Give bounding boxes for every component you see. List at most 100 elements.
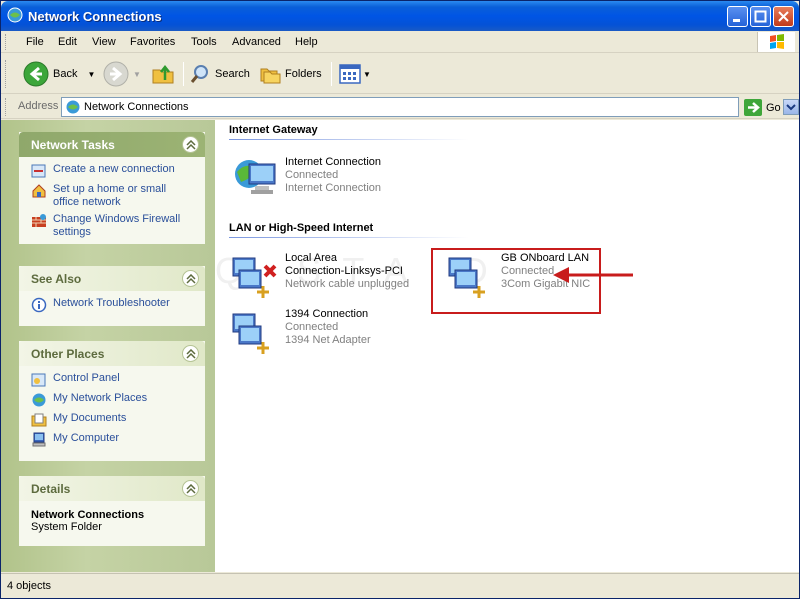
my-documents-label: My Documents: [53, 412, 127, 424]
control-panel-icon: [31, 373, 46, 387]
see-also-panel: See Also Network Troubleshooter: [19, 266, 205, 326]
connection-device: 1394 Net Adapter: [285, 334, 371, 346]
back-label: Back: [53, 68, 78, 80]
up-folder-icon: [152, 64, 174, 84]
views-dropdown-icon[interactable]: ▼: [363, 70, 371, 79]
menu-help[interactable]: Help: [295, 36, 318, 48]
firewall-link[interactable]: Change Windows Firewall settings: [31, 213, 195, 239]
connection-1394[interactable]: 1394 Connection Connected 1394 Net Adapt…: [231, 308, 421, 360]
new-connection-icon: [31, 164, 46, 178]
title-bar[interactable]: Network Connections: [1, 1, 799, 31]
toolbar-separator: [331, 62, 332, 86]
menu-favorites[interactable]: Favorites: [130, 36, 175, 48]
forward-button[interactable]: ▼: [103, 59, 141, 89]
troubleshooter-label: Network Troubleshooter: [53, 297, 170, 309]
control-panel-link[interactable]: Control Panel: [31, 372, 195, 388]
my-computer-link[interactable]: My Computer: [31, 432, 195, 448]
folders-icon: [260, 68, 281, 84]
menu-tools[interactable]: Tools: [191, 36, 217, 48]
windows-flag-logo: [757, 32, 795, 52]
group-internet-gateway: Internet Gateway: [229, 124, 318, 136]
group-divider: [229, 139, 469, 140]
task-pane: Network Tasks Create a new connection Se…: [1, 120, 215, 572]
my-network-places-label: My Network Places: [53, 392, 148, 404]
connection-name: Internet Connection: [285, 156, 382, 168]
info-icon: [31, 297, 47, 313]
go-label: Go: [766, 101, 781, 114]
other-places-title: Other Places: [31, 347, 105, 361]
firewall-label: Change Windows Firewall settings: [53, 213, 181, 238]
minimize-button[interactable]: [727, 6, 748, 27]
network-tasks-header[interactable]: Network Tasks: [19, 132, 205, 157]
group-divider: [229, 237, 469, 238]
address-field[interactable]: Network Connections: [61, 97, 799, 117]
my-documents-link[interactable]: My Documents: [31, 412, 195, 428]
connection-name-line1: Local Area: [285, 252, 337, 264]
up-folder-button[interactable]: [151, 59, 175, 89]
address-grip: [5, 98, 8, 116]
back-dropdown-icon[interactable]: ▼: [87, 70, 95, 79]
content-area: Internet Gateway Internet Connection Con…: [215, 120, 799, 572]
folders-button[interactable]: Folders: [259, 59, 322, 89]
red-arrow-icon: [553, 267, 633, 283]
other-places-header[interactable]: Other Places: [19, 341, 205, 366]
back-button[interactable]: Back ▼: [23, 59, 95, 89]
search-label: Search: [215, 68, 250, 80]
collapse-button[interactable]: [182, 136, 199, 153]
toolbar-grip: [5, 60, 8, 88]
address-label: Address: [18, 100, 59, 112]
troubleshooter-link[interactable]: Network Troubleshooter: [31, 297, 195, 313]
views-button[interactable]: ▼: [339, 59, 371, 89]
lan-disconnected-icon: [232, 257, 277, 298]
chevron-up-icon: [186, 484, 196, 494]
create-connection-label: Create a new connection: [53, 163, 175, 175]
status-bar: 4 objects: [1, 573, 799, 598]
see-also-header[interactable]: See Also: [19, 266, 205, 291]
connection-status: Connected: [285, 169, 339, 181]
menu-file[interactable]: File: [26, 36, 44, 48]
network-connections-icon: [7, 7, 23, 23]
folders-label: Folders: [285, 68, 322, 80]
maximize-button[interactable]: [750, 6, 771, 27]
details-name: Network Connections: [31, 509, 145, 521]
connection-local-area[interactable]: Local Area Connection-Linksys-PCI Networ…: [231, 252, 421, 304]
connection-name-line2: Connection-Linksys-PCI: [285, 265, 403, 277]
windows-logo-icon: [770, 34, 784, 49]
menu-edit[interactable]: Edit: [58, 36, 77, 48]
details-header[interactable]: Details: [19, 476, 205, 501]
status-text: 4 objects: [7, 580, 52, 592]
search-icon: [190, 65, 208, 83]
home-network-link[interactable]: Set up a home or small office network: [31, 183, 195, 209]
my-network-places-link[interactable]: My Network Places: [31, 392, 195, 408]
collapse-button[interactable]: [182, 270, 199, 287]
network-tasks-panel: Network Tasks Create a new connection Se…: [19, 132, 205, 244]
create-connection-link[interactable]: Create a new connection: [31, 163, 195, 179]
internet-gateway-icon: [235, 160, 276, 194]
explorer-window: Network Connections File Edit View Favor…: [0, 0, 800, 599]
collapse-button[interactable]: [182, 480, 199, 497]
forward-dropdown-icon[interactable]: ▼: [133, 70, 141, 79]
control-panel-label: Control Panel: [53, 372, 120, 384]
search-button[interactable]: Search: [189, 59, 250, 89]
menu-advanced[interactable]: Advanced: [232, 36, 281, 48]
my-documents-icon: [31, 413, 47, 427]
network-tasks-title: Network Tasks: [31, 138, 115, 152]
go-button[interactable]: Go: [744, 98, 792, 117]
window-title: Network Connections: [28, 9, 162, 24]
close-icon: [778, 11, 789, 22]
back-arrow-icon: [23, 61, 49, 87]
details-panel: Details Network Connections System Folde…: [19, 476, 205, 546]
group-lan: LAN or High-Speed Internet: [229, 222, 374, 234]
close-button[interactable]: [773, 6, 794, 27]
lan-connected-icon: [232, 313, 269, 354]
maximize-icon: [754, 10, 767, 23]
menu-view[interactable]: View: [92, 36, 116, 48]
standard-toolbar: Back ▼ ▼ Search Folders ▼: [1, 54, 799, 94]
menu-bar: File Edit View Favorites Tools Advanced …: [1, 31, 799, 53]
forward-arrow-icon: [103, 61, 129, 87]
home-network-label: Set up a home or small office network: [53, 183, 167, 208]
connection-internet[interactable]: Internet Connection Connected Internet C…: [231, 156, 421, 208]
collapse-button[interactable]: [182, 345, 199, 362]
chevron-up-icon: [186, 349, 196, 359]
connection-device: Internet Connection: [285, 182, 382, 194]
